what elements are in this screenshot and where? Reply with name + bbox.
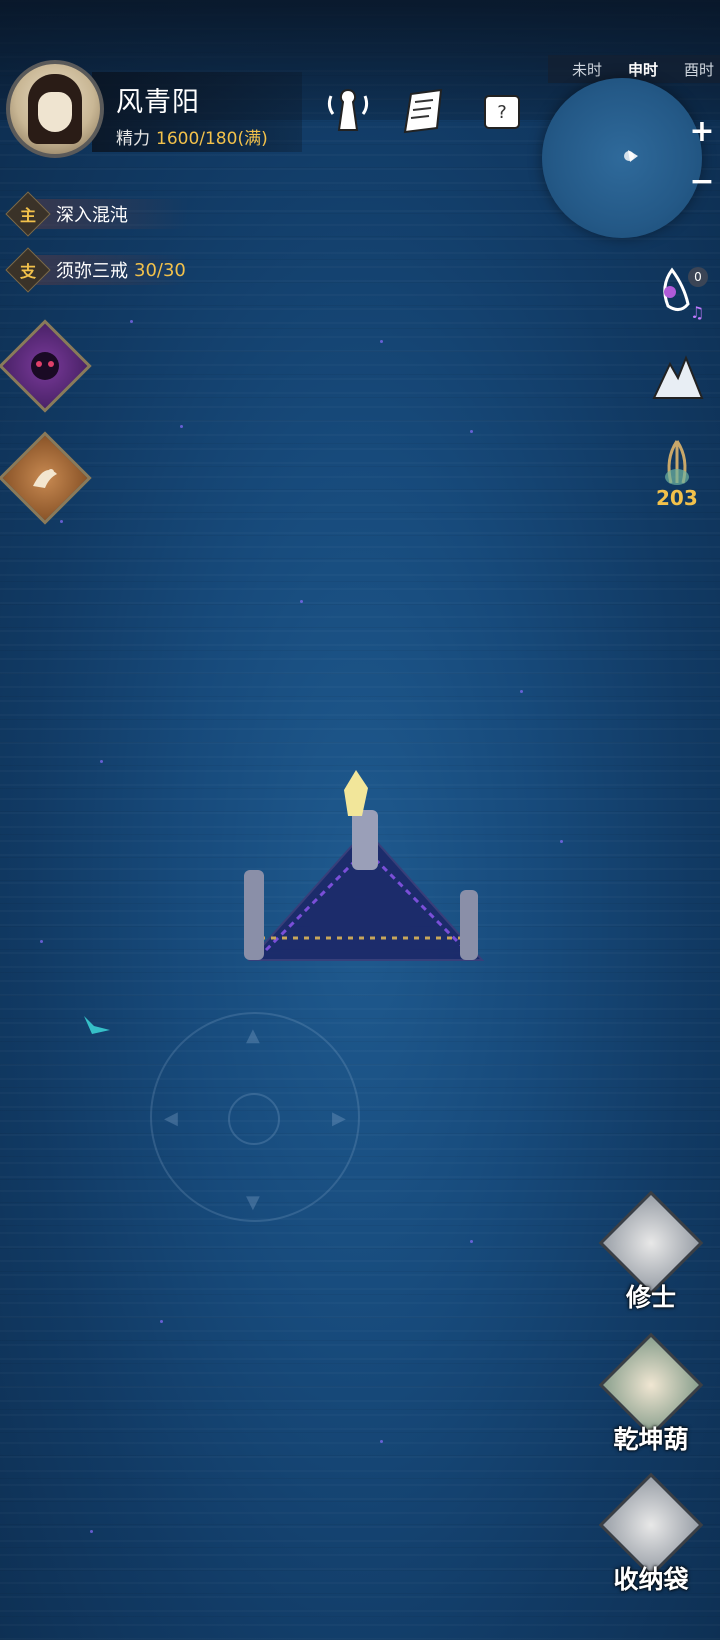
stamina-display: 精力 1600/180(满) [116,124,268,149]
player-avatar[interactable] [6,60,104,158]
sparkle [40,940,43,943]
sparkle [380,1440,383,1443]
bag-label: 收纳袋 [613,1565,689,1594]
quest-side[interactable]: 支 须弥三戒 30/30 [5,247,208,293]
joystick-down-icon: ▼ [246,1192,260,1213]
quest-title: 须弥三戒 [56,261,128,282]
svg-text:♫: ♫ [690,303,704,322]
spirit-grass-count: 203 [656,486,698,510]
quest-tag-text: 主 [19,205,37,225]
minimap[interactable] [542,78,702,238]
zoom-in-button[interactable]: + [686,114,718,149]
sparkle [380,340,383,343]
player-name: 风青阳 [116,87,200,118]
sparkle [470,430,473,433]
sparkle [160,1320,163,1323]
notification-badge: 0 [688,267,708,287]
stone-pillar-top [352,810,378,870]
gourd-label: 乾坤葫 [613,1425,689,1454]
quest-tag-text: 支 [19,261,37,281]
joystick-left-icon: ◀ [164,1108,178,1129]
sparkle [520,690,523,693]
joystick-knob[interactable] [228,1093,280,1145]
joystick-right-icon: ▶ [332,1108,346,1129]
avatar-face [38,92,72,132]
player-character-icon [344,770,368,816]
sparkle [90,1530,93,1533]
cultivator-label: 修士 [625,1283,676,1312]
sparkle [180,425,183,428]
quest-title: 深入混沌 [56,205,128,226]
joystick-up-icon: ▲ [246,1025,260,1046]
sparkle [100,760,103,763]
stamina-label: 精力 [116,129,150,149]
scroll-task-icon[interactable] [396,84,452,140]
sparkle [560,840,563,843]
sparkle [300,600,303,603]
stone-pillar-right [460,890,478,960]
gourd-button[interactable]: 乾坤葫 [596,1332,706,1470]
stamina-value: 1600/180(满) [156,129,268,149]
spirit-bird-icon[interactable] [0,431,92,525]
mountain-map-icon[interactable] [648,350,706,408]
cultivator-button[interactable]: 修士 [596,1190,706,1328]
demon-mask-icon[interactable] [0,319,92,413]
sparkle [60,520,63,523]
quest-scroll-icon[interactable]: ? [474,84,530,140]
stone-pillar-left [244,870,264,960]
time-slot-next: 酉时 [684,61,715,79]
spirit-grass-icon[interactable] [648,434,706,492]
zoom-out-button[interactable]: − [686,164,718,199]
time-slot-current: 申时 [628,61,659,79]
quest-main[interactable]: 主 深入混沌 [5,191,208,237]
meditate-icon[interactable] [320,84,376,140]
time-slot-past: 未时 [572,61,603,79]
sparkle [130,320,133,323]
sparkle [470,1240,473,1243]
bag-button[interactable]: 收纳袋 [596,1472,706,1610]
quest-progress: 30/30 [134,259,186,281]
altar-island[interactable] [236,770,496,980]
fish-icon [84,1016,110,1034]
svg-text:?: ? [497,102,507,123]
